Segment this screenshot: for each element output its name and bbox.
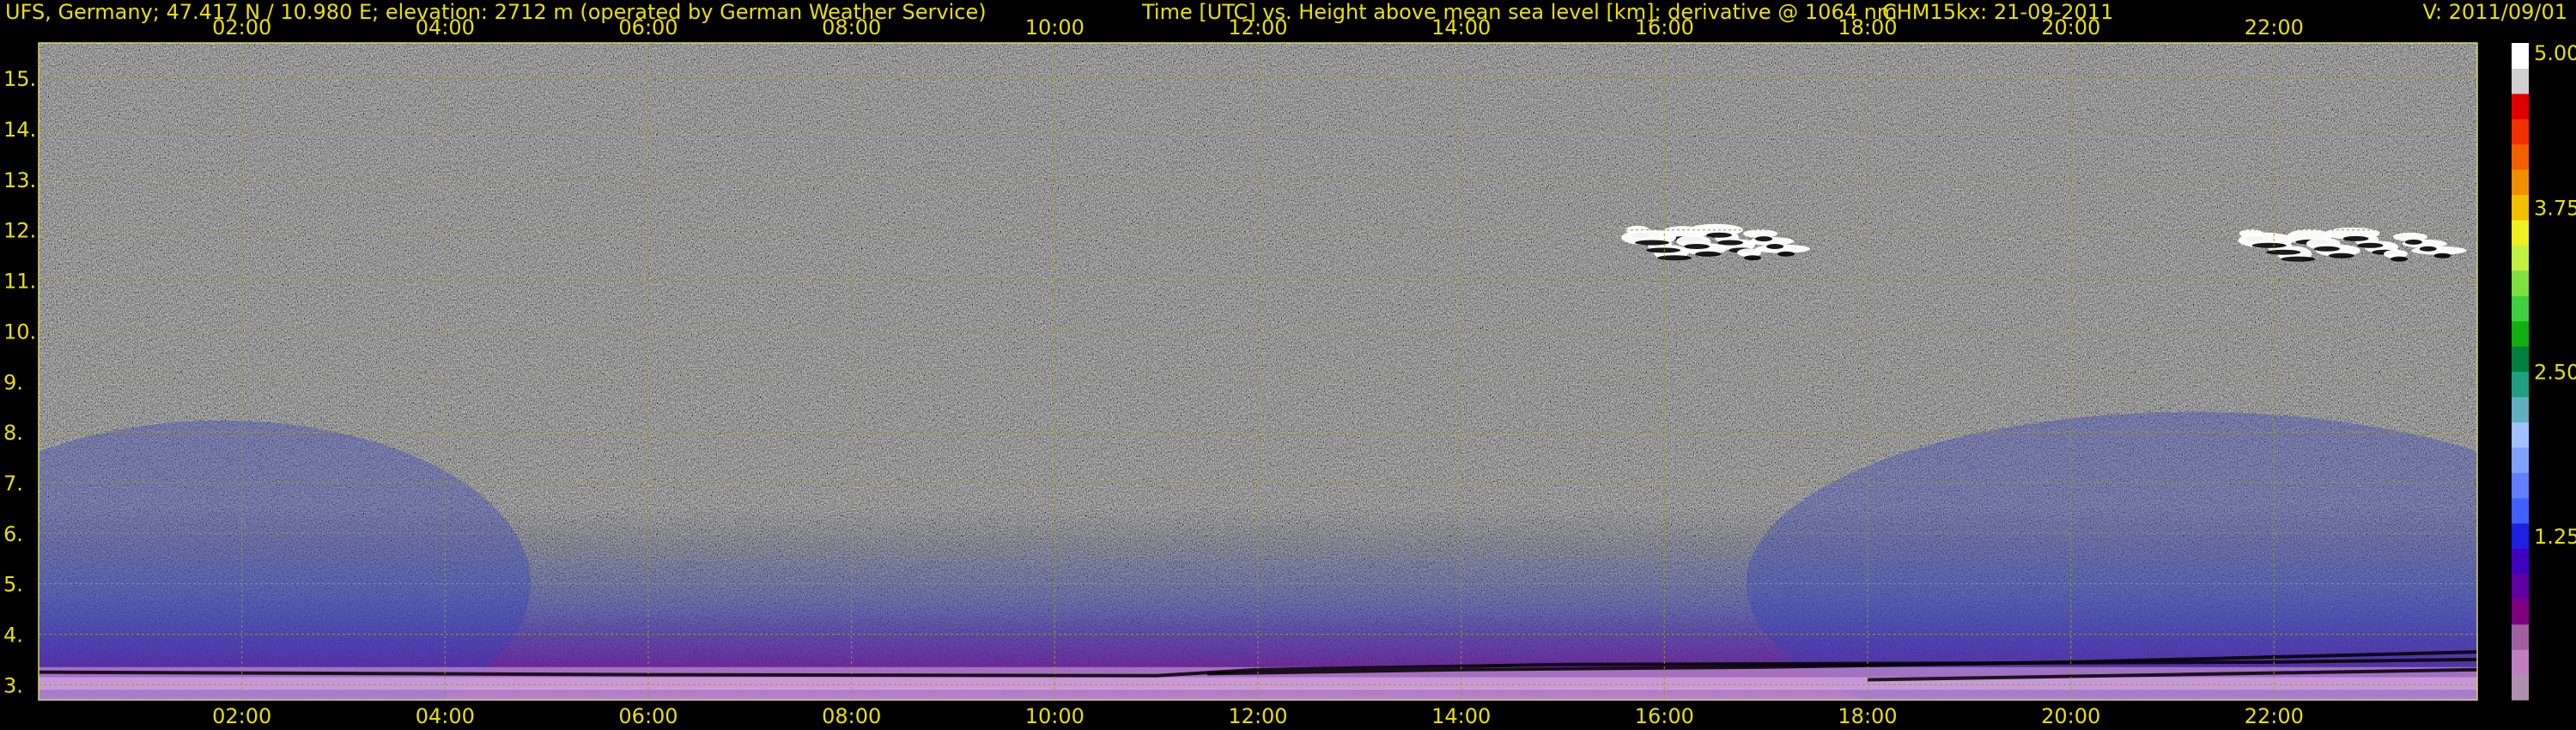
colorbar-swatch (2512, 43, 2529, 69)
x-tick-label-bottom: 04:00 (416, 704, 475, 728)
colorbar-swatch (2512, 194, 2529, 221)
x-tick-label-bottom: 06:00 (618, 704, 677, 728)
x-tick-label-top: 02:00 (212, 15, 271, 40)
colorbar-swatch (2512, 143, 2529, 170)
colorbar-swatch (2512, 624, 2529, 650)
y-tick-label: 6. (3, 522, 23, 546)
colorbar-swatch (2512, 93, 2529, 119)
x-tick-label-bottom: 08:00 (822, 704, 881, 728)
colorbar-swatch (2512, 396, 2529, 423)
colorbar-label: 3.75 (2534, 196, 2576, 220)
x-tick-label-bottom: 10:00 (1025, 704, 1084, 728)
x-tick-label-top: 18:00 (1838, 15, 1897, 40)
colorbar-swatch (2512, 119, 2529, 145)
y-tick-label: 7. (3, 471, 23, 496)
plot-area (39, 43, 2477, 700)
x-tick-label-bottom: 02:00 (212, 704, 271, 728)
x-tick-label-bottom: 14:00 (1431, 704, 1491, 728)
y-tick-label: 5. (3, 573, 23, 597)
colorbar-swatch (2512, 599, 2529, 625)
colorbar-label: 1.25 (2534, 525, 2576, 549)
colorbar-swatch (2512, 497, 2529, 524)
colorbar-swatch (2512, 422, 2529, 448)
y-tick-label: 13. (3, 168, 36, 192)
colorbar-label: 2.50 (2534, 361, 2576, 385)
x-tick-label-bottom: 18:00 (1838, 704, 1897, 728)
y-tick-label: 8. (3, 421, 23, 445)
colorbar-swatch (2512, 573, 2529, 599)
colorbar-swatch (2512, 320, 2529, 347)
x-tick-label-bottom: 12:00 (1228, 704, 1287, 728)
x-tick-label-top: 22:00 (2245, 15, 2304, 40)
y-tick-label: 11. (3, 270, 36, 294)
y-tick-label: 9. (3, 370, 23, 394)
colorbar-swatch (2512, 447, 2529, 473)
y-tick-label: 3. (3, 673, 23, 697)
colorbar-swatch (2512, 472, 2529, 499)
x-tick-label-top: 08:00 (822, 15, 881, 40)
colorbar-swatch (2512, 169, 2529, 196)
y-tick-label: 10. (3, 319, 36, 344)
x-tick-label-top: 06:00 (618, 15, 677, 40)
colorbar-swatch (2512, 270, 2529, 296)
colorbar-swatch (2512, 548, 2529, 575)
x-tick-label-top: 12:00 (1228, 15, 1287, 40)
colorbar-swatch (2512, 245, 2529, 271)
lidar-heatmap-chart: 02:00 02:00 04:00 04:00 06:00 06:00 08:00 08:00… (3, 15, 2576, 728)
x-tick-label-bottom: 16:00 (1635, 704, 1694, 728)
colorbar-swatch (2512, 674, 2529, 701)
colorbar-label: 5.00 (2534, 41, 2576, 65)
x-tick-label-top: 04:00 (416, 15, 475, 40)
colorbar-swatch (2512, 371, 2529, 398)
x-tick-label-bottom: 20:00 (2041, 704, 2100, 728)
colorbar-swatch (2512, 649, 2529, 676)
x-tick-label-bottom: 22:00 (2245, 704, 2304, 728)
x-tick-label-top: 10:00 (1025, 15, 1084, 40)
colorbar-swatch (2512, 219, 2529, 246)
colorbar-swatch (2512, 346, 2529, 372)
colorbar-swatch (2512, 295, 2529, 322)
y-tick-label: 12. (3, 219, 36, 243)
x-tick-label-top: 14:00 (1431, 15, 1491, 40)
y-tick-label: 14. (3, 118, 36, 142)
x-tick-label-top: 16:00 (1635, 15, 1694, 40)
x-tick-label-top: 20:00 (2041, 15, 2100, 40)
colorbar: 5.00 3.75 2.50 1.25 (2512, 41, 2576, 701)
y-tick-label: 15. (3, 67, 36, 91)
y-tick-label: 4. (3, 624, 23, 648)
colorbar-swatch (2512, 68, 2529, 94)
colorbar-swatch (2512, 523, 2529, 549)
